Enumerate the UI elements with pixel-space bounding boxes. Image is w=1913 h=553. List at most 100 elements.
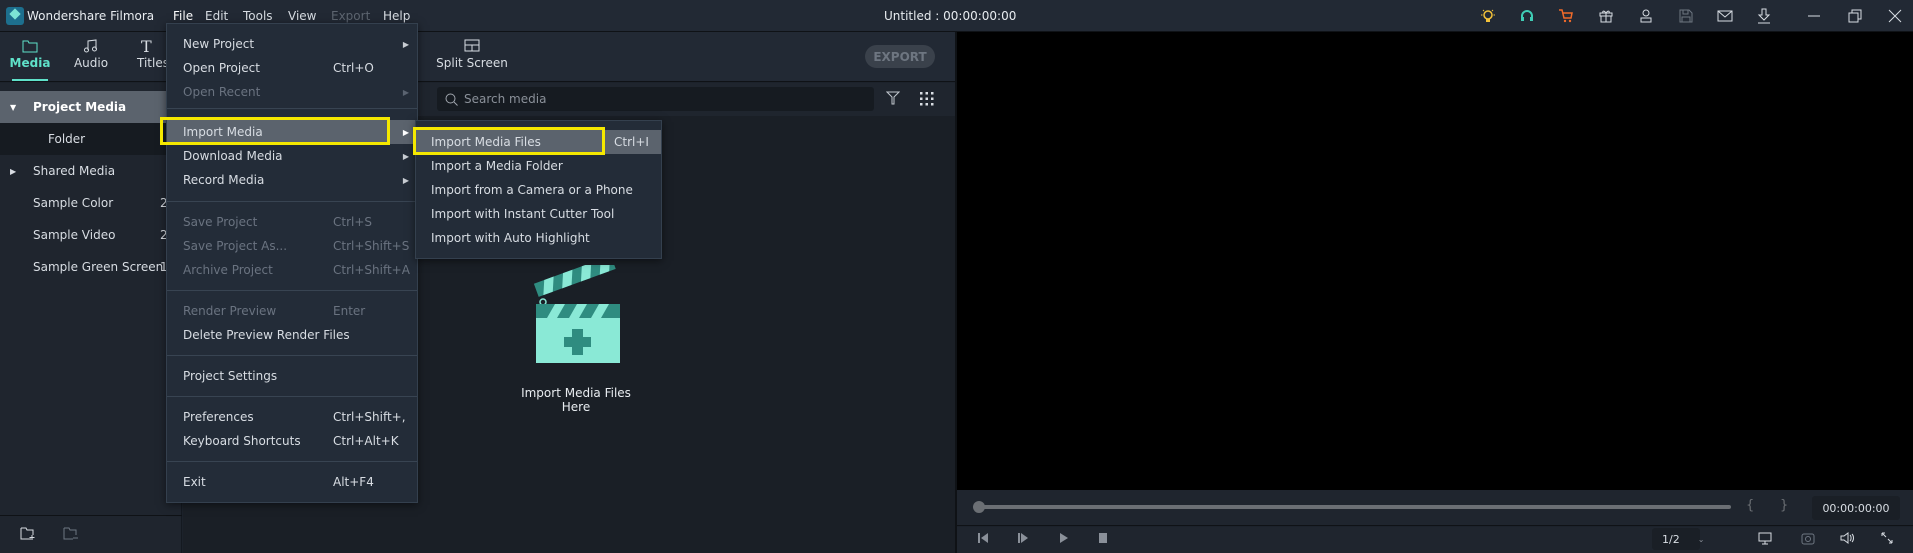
menu-item-save-project-as[interactable]: Save Project As... Ctrl+Shift+S	[167, 234, 417, 258]
menu-help[interactable]: Help	[383, 9, 410, 23]
grid-view-icon[interactable]	[920, 92, 934, 109]
stop-icon[interactable]	[1097, 532, 1109, 547]
submenu-arrow-icon: ▶	[402, 175, 409, 185]
close-button[interactable]	[1885, 6, 1905, 26]
menu-separator	[167, 108, 417, 109]
menu-tools[interactable]: Tools	[243, 9, 273, 23]
sidebar-item-sample-video[interactable]: Sample Video 2	[0, 219, 182, 251]
sidebar-item-project-media[interactable]: ▼ Project Media	[0, 91, 182, 123]
highlight-box-import-media	[160, 117, 390, 145]
sidebar-item-label: Sample Color	[33, 196, 114, 210]
menu-separator	[167, 201, 417, 202]
menu-item-delete-preview-render-files[interactable]: Delete Preview Render Files	[167, 323, 417, 347]
sidebar-item-label: Project Media	[33, 100, 127, 114]
quality-value: 1/2	[1662, 532, 1680, 546]
menu-item-download-media[interactable]: Download Media ▶	[167, 144, 417, 168]
sidebar-item-shared-media[interactable]: ▶ Shared Media	[0, 155, 182, 187]
menu-separator	[167, 290, 417, 291]
highlight-box-import-media-files	[413, 127, 605, 155]
import-media-files-here-label[interactable]: Import Media Files Here	[511, 386, 641, 414]
fullscreen-icon[interactable]	[1880, 531, 1894, 548]
menu-item-label: Save Project	[183, 215, 258, 229]
mail-icon[interactable]	[1715, 6, 1735, 26]
split-screen-icon	[432, 36, 512, 56]
submenu-arrow-icon: ▶	[402, 127, 409, 137]
display-settings-icon[interactable]	[1758, 532, 1772, 549]
save-icon[interactable]	[1676, 6, 1696, 26]
tab-audio[interactable]: Audio	[65, 36, 117, 78]
import-clapperboard-icon[interactable]	[533, 255, 623, 368]
lightbulb-icon[interactable]	[1478, 6, 1498, 26]
menu-item-save-project[interactable]: Save Project Ctrl+S	[167, 210, 417, 234]
next-frame-icon[interactable]	[1017, 532, 1029, 547]
tab-titles[interactable]: T Titles	[126, 36, 169, 78]
minimize-button[interactable]	[1804, 6, 1824, 26]
cart-icon[interactable]	[1556, 6, 1576, 26]
search-placeholder: Search media	[464, 92, 547, 106]
search-input[interactable]: Search media	[437, 87, 874, 111]
account-icon[interactable]	[1636, 6, 1656, 26]
sidebar-item-sample-green-screen[interactable]: Sample Green Screen 1	[0, 251, 182, 283]
menu-item-new-project[interactable]: New Project ▶	[167, 32, 417, 56]
play-icon[interactable]	[1058, 532, 1070, 547]
menu-edit[interactable]: Edit	[205, 9, 228, 23]
menu-item-open-project[interactable]: Open Project Ctrl+O	[167, 56, 417, 80]
mark-out-icon[interactable]: }	[1780, 498, 1788, 513]
gift-icon[interactable]	[1596, 6, 1616, 26]
menu-view[interactable]: View	[288, 9, 316, 23]
volume-icon[interactable]	[1840, 531, 1854, 548]
menu-export[interactable]: Export	[331, 9, 370, 23]
menu-item-import-from-camera[interactable]: Import from a Camera or a Phone	[416, 178, 661, 202]
file-menu: New Project ▶ Open Project Ctrl+O Open Rec…	[166, 23, 418, 503]
search-icon	[445, 93, 458, 106]
menu-item-label: Download Media	[183, 149, 283, 163]
delete-folder-icon[interactable]	[63, 526, 79, 543]
filmora-logo-icon	[6, 7, 24, 25]
tab-split-screen[interactable]: Split Screen	[432, 36, 512, 78]
menu-item-record-media[interactable]: Record Media ▶	[167, 168, 417, 192]
tab-audio-label: Audio	[73, 56, 109, 70]
sidebar-item-label: Sample Green Screen	[33, 260, 164, 274]
menu-item-import-instant-cutter[interactable]: Import with Instant Cutter Tool	[416, 202, 661, 226]
menu-item-label: Exit	[183, 475, 206, 489]
text-icon: T	[141, 36, 152, 56]
menu-item-label: Import with Auto Highlight	[431, 231, 590, 245]
playhead-handle[interactable]	[973, 501, 985, 513]
menu-item-shortcut: Ctrl+O	[333, 61, 374, 75]
menu-item-open-recent[interactable]: Open Recent ▶	[167, 80, 417, 104]
menu-item-shortcut: Ctrl+S	[333, 215, 373, 229]
caret-down-icon[interactable]: ▼	[10, 103, 33, 112]
snapshot-icon[interactable]	[1801, 531, 1815, 548]
submenu-arrow-icon: ▶	[402, 87, 409, 97]
playback-slider[interactable]	[979, 505, 1731, 509]
menu-item-label: Keyboard Shortcuts	[183, 434, 301, 448]
menu-item-shortcut: Ctrl+Alt+K	[333, 434, 399, 448]
menu-file[interactable]: File	[173, 9, 193, 23]
menu-item-label: Save Project As...	[183, 239, 288, 253]
menu-item-render-preview[interactable]: Render Preview Enter	[167, 299, 417, 323]
menu-item-label: Import with Instant Cutter Tool	[431, 207, 615, 221]
menu-item-import-auto-highlight[interactable]: Import with Auto Highlight	[416, 226, 661, 250]
menu-item-archive-project[interactable]: Archive Project Ctrl+Shift+A	[167, 258, 417, 282]
menu-item-exit[interactable]: Exit Alt+F4	[167, 470, 417, 494]
menu-item-preferences[interactable]: Preferences Ctrl+Shift+,	[167, 405, 417, 429]
filter-icon[interactable]	[885, 91, 901, 108]
export-button[interactable]: EXPORT	[865, 45, 935, 68]
menu-item-import-media-folder[interactable]: Import a Media Folder	[416, 154, 661, 178]
quality-select[interactable]: 1/2 ⌄	[1652, 528, 1704, 550]
download-icon[interactable]	[1754, 6, 1774, 26]
restore-button[interactable]	[1845, 6, 1865, 26]
menu-item-project-settings[interactable]: Project Settings	[167, 364, 417, 388]
menu-item-shortcut: Ctrl+Shift+A	[333, 263, 410, 277]
new-folder-icon[interactable]	[20, 526, 36, 543]
menu-separator	[167, 461, 417, 462]
sidebar-item-folder[interactable]: Folder	[0, 123, 182, 155]
caret-right-icon[interactable]: ▶	[10, 167, 33, 176]
previous-frame-icon[interactable]	[977, 532, 989, 547]
mark-in-icon[interactable]: {	[1746, 498, 1754, 513]
sidebar-item-sample-color[interactable]: Sample Color 2	[0, 187, 182, 219]
headset-icon[interactable]	[1517, 6, 1537, 26]
tab-media[interactable]: Media	[4, 36, 56, 81]
menu-item-keyboard-shortcuts[interactable]: Keyboard Shortcuts Ctrl+Alt+K	[167, 429, 417, 453]
tab-split-screen-label: Split Screen	[436, 56, 508, 70]
